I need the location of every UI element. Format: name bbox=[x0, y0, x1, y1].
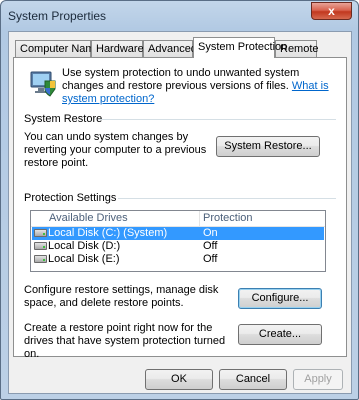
drive-protection-status: On bbox=[203, 227, 218, 239]
drive-protection-status: Off bbox=[203, 240, 218, 252]
drives-list-header: Available Drives Protection bbox=[31, 211, 325, 227]
system-restore-description: You can undo system changes by reverting… bbox=[24, 131, 207, 169]
configure-description: Configure restore settings, manage disk … bbox=[24, 284, 219, 309]
drive-name: Local Disk (E:) bbox=[48, 253, 120, 265]
system-restore-label: System Restore bbox=[24, 113, 103, 125]
drives-list[interactable]: Available Drives Protection Local Disk (… bbox=[30, 210, 326, 272]
protection-settings-divider bbox=[118, 198, 336, 199]
drive-row-c[interactable]: Local Disk (C:) (System) On bbox=[32, 227, 324, 240]
system-restore-divider bbox=[98, 119, 336, 120]
system-protection-page: Use system protection to undo unwanted s… bbox=[13, 57, 347, 360]
tab-computer-name[interactable]: Computer Name bbox=[15, 40, 101, 57]
close-button[interactable]: x bbox=[311, 2, 352, 20]
ok-button[interactable]: OK bbox=[145, 369, 213, 390]
window-title: System Properties bbox=[8, 9, 107, 23]
drive-name: Local Disk (D:) bbox=[48, 240, 121, 252]
system-properties-window: System Properties x Computer Name Hardwa… bbox=[0, 0, 359, 400]
cancel-button[interactable]: Cancel bbox=[219, 369, 287, 390]
create-button[interactable]: Create... bbox=[238, 324, 322, 345]
dialog-client-area: Computer Name Hardware Advanced System P… bbox=[8, 31, 352, 394]
create-description: Create a restore point right now for the… bbox=[24, 322, 226, 360]
intro-text: Use system protection to undo unwanted s… bbox=[62, 67, 300, 92]
drive-row-e[interactable]: Local Disk (E:) Off bbox=[32, 253, 324, 266]
hard-drive-icon bbox=[34, 255, 47, 263]
drive-row-d[interactable]: Local Disk (D:) Off bbox=[32, 240, 324, 253]
system-protection-icon bbox=[30, 71, 56, 97]
protection-settings-label: Protection Settings bbox=[24, 192, 117, 204]
configure-button[interactable]: Configure... bbox=[238, 288, 322, 309]
system-restore-button[interactable]: System Restore... bbox=[216, 136, 320, 157]
tab-hardware[interactable]: Hardware bbox=[91, 40, 144, 57]
tab-system-protection[interactable]: System Protection bbox=[193, 37, 287, 58]
close-icon: x bbox=[328, 4, 335, 18]
column-available-drives[interactable]: Available Drives bbox=[49, 212, 128, 224]
column-divider[interactable] bbox=[199, 211, 200, 226]
hard-drive-icon bbox=[34, 229, 47, 237]
drive-protection-status: Off bbox=[203, 253, 218, 265]
tab-advanced[interactable]: Advanced bbox=[143, 40, 197, 57]
apply-button[interactable]: Apply bbox=[293, 369, 343, 390]
drive-name: Local Disk (C:) (System) bbox=[48, 227, 168, 239]
title-bar[interactable]: System Properties x bbox=[1, 1, 358, 29]
intro-text-block: Use system protection to undo unwanted s… bbox=[62, 67, 342, 106]
hard-drive-icon bbox=[34, 242, 47, 250]
column-protection[interactable]: Protection bbox=[203, 212, 253, 224]
